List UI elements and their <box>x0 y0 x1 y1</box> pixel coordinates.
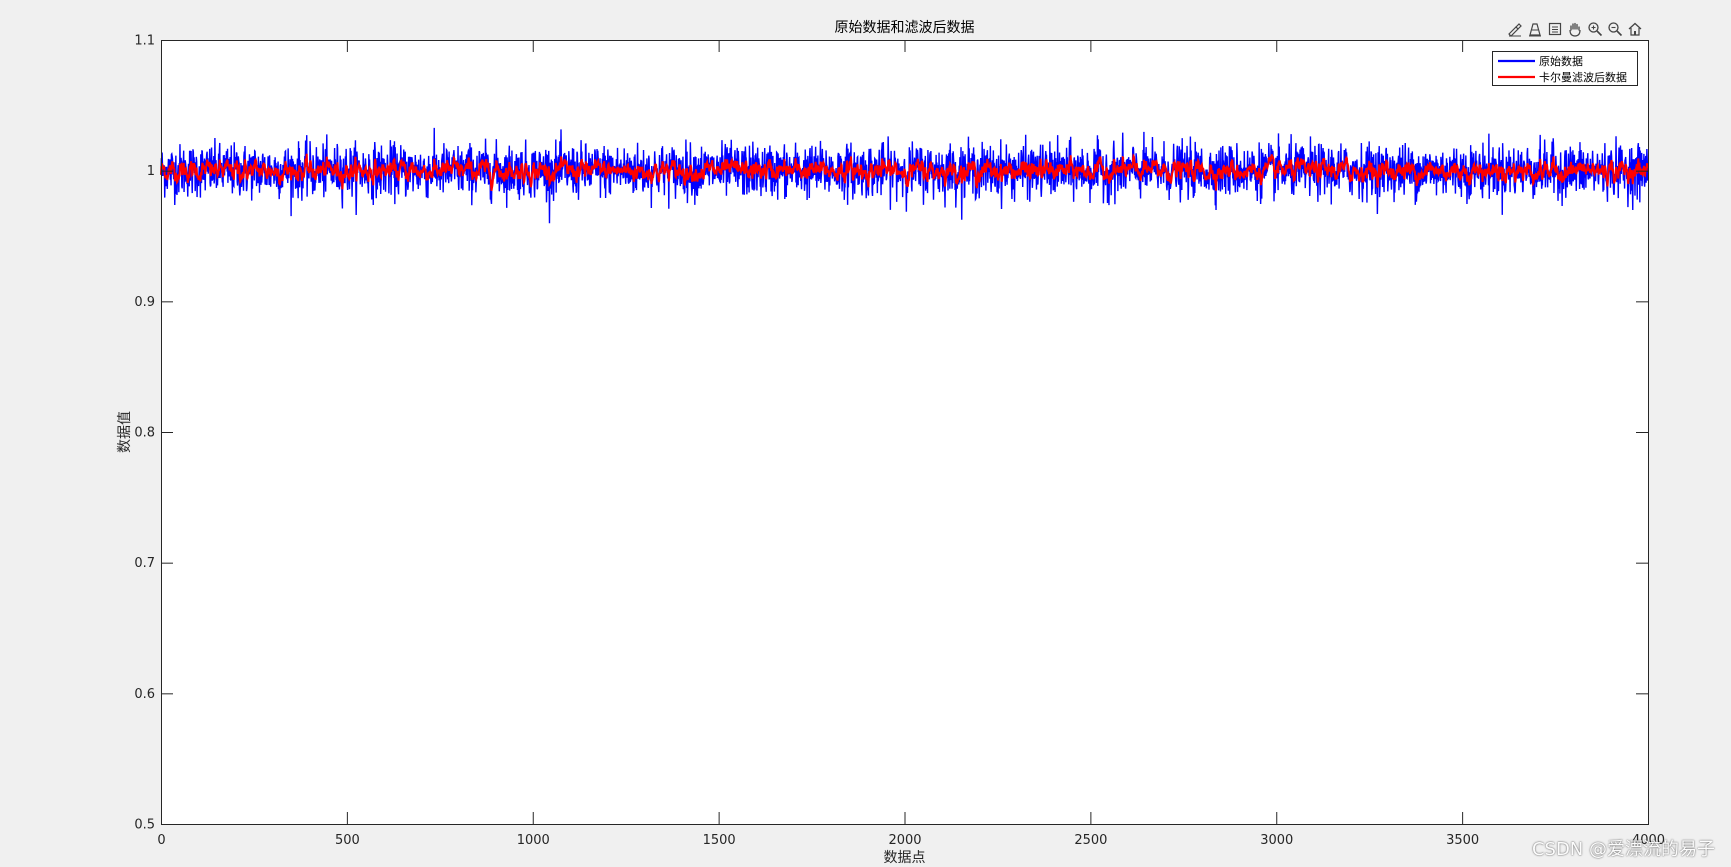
chart-title: 原始数据和滤波后数据 <box>835 20 975 36</box>
legend-entry-label: 卡尔曼滤波后数据 <box>1539 70 1627 84</box>
x-axis-label: 数据点 <box>884 850 926 866</box>
y-tick-label: 0.8 <box>134 426 155 441</box>
x-tick-label: 1500 <box>703 833 736 848</box>
legend-entry-label: 原始数据 <box>1539 54 1583 68</box>
y-axis-label: 数据值 <box>117 411 133 453</box>
home-icon[interactable] <box>1626 19 1644 39</box>
chart-figure: 0 500 1000 1500 2000 2500 3000 3500 40000.50.60.… <box>117 20 1665 866</box>
x-tick-label: 3500 <box>1446 833 1479 848</box>
legend-icon[interactable] <box>1546 19 1564 39</box>
y-tick-label: 1.1 <box>134 34 155 49</box>
zoom-in-icon[interactable] <box>1586 19 1604 39</box>
y-tick-label: 1 <box>147 164 155 179</box>
y-tick-label: 0.6 <box>134 687 155 702</box>
x-tick-label: 0 <box>157 833 165 848</box>
brush-icon[interactable] <box>1506 19 1524 39</box>
y-tick-label: 0.7 <box>134 556 155 571</box>
y-tick-label: 0.9 <box>134 295 155 310</box>
x-tick-label: 3000 <box>1260 833 1293 848</box>
x-tick-label: 2500 <box>1074 833 1107 848</box>
legend[interactable]: 原始数据卡尔曼滤波后数据 <box>1492 51 1638 86</box>
x-tick-label: 1000 <box>517 833 550 848</box>
zoom-out-icon[interactable] <box>1606 19 1624 39</box>
pan-icon[interactable] <box>1566 19 1584 39</box>
x-tick-label: 2000 <box>888 833 921 848</box>
y-tick-label: 0.5 <box>134 818 155 833</box>
figure-toolbar <box>1506 18 1644 40</box>
x-tick-label: 500 <box>335 833 360 848</box>
watermark: CSDN @爱漂流的易子 <box>1531 839 1715 860</box>
datatip-icon[interactable] <box>1526 19 1544 39</box>
